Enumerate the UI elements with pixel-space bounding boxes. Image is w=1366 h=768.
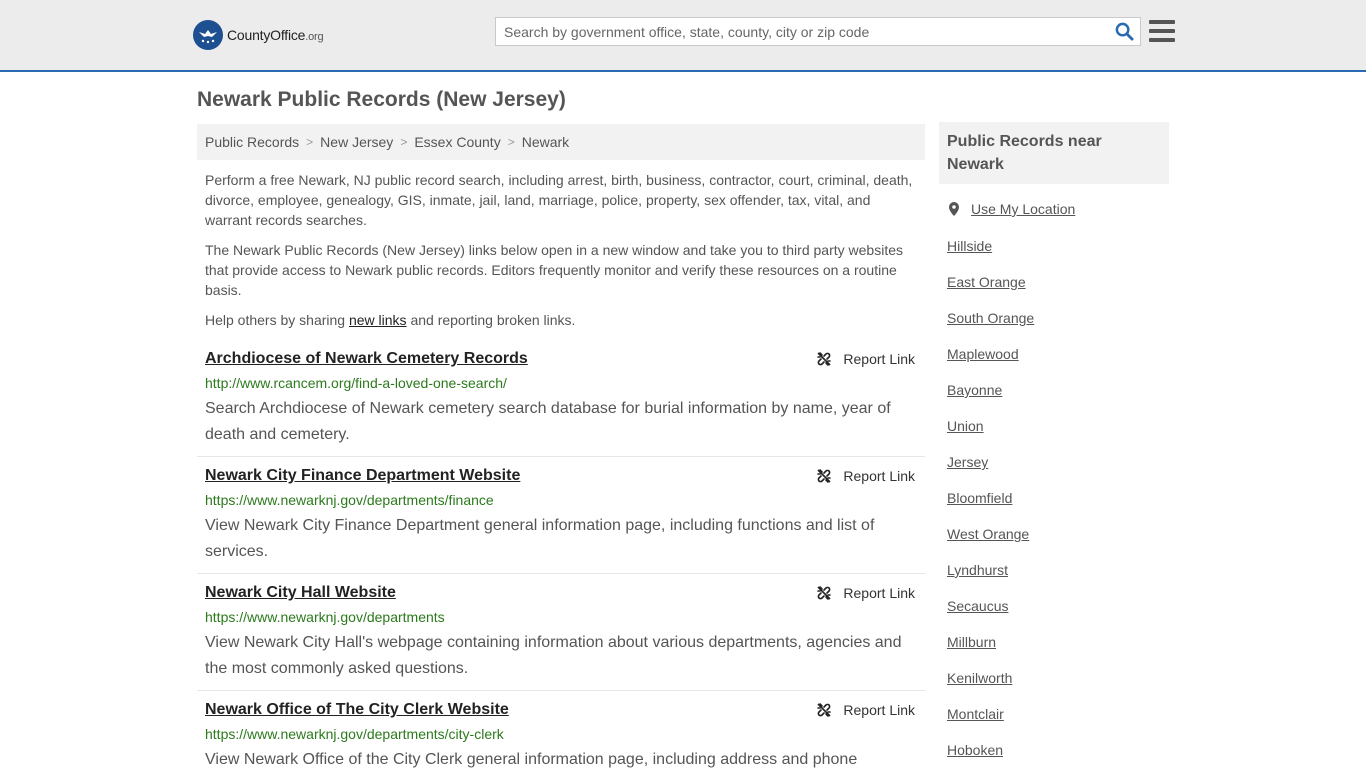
- record-title-link[interactable]: Newark City Finance Department Website: [205, 467, 520, 485]
- report-link-label: Report Link: [843, 468, 915, 484]
- breadcrumb-item[interactable]: Public Records: [205, 134, 299, 150]
- record-url: https://www.newarknj.gov/departments/cit…: [205, 726, 504, 742]
- search-box: [495, 17, 1141, 46]
- sidebar-link-jersey[interactable]: Jersey: [947, 454, 988, 470]
- breadcrumb-separator-icon: >: [507, 135, 515, 149]
- site-header: CountyOffice.org: [0, 0, 1366, 72]
- report-link-label: Report Link: [843, 351, 915, 367]
- record-item: Newark City Finance Department Website R…: [197, 467, 925, 574]
- logo-eagle-icon: [193, 20, 223, 50]
- report-link-button[interactable]: Report Link: [816, 351, 915, 367]
- sidebar-link-millburn[interactable]: Millburn: [947, 634, 996, 650]
- logo-text: CountyOffice.org: [227, 27, 324, 43]
- record-description: Search Archdiocese of Newark cemetery se…: [205, 400, 891, 443]
- report-link-label: Report Link: [843, 702, 915, 718]
- logo-brand: CountyOffice: [227, 27, 306, 43]
- page-title: Newark Public Records (New Jersey): [197, 88, 566, 111]
- record-title-link[interactable]: Newark City Hall Website: [205, 584, 396, 602]
- record-description: View Newark City Hall's webpage containi…: [205, 634, 902, 677]
- record-item: Newark Office of The City Clerk Website …: [197, 701, 925, 768]
- intro-paragraph: Perform a free Newark, NJ public record …: [205, 172, 913, 228]
- search-input[interactable]: [496, 18, 1108, 45]
- sidebar-link-south-orange[interactable]: South Orange: [947, 310, 1034, 326]
- broken-link-icon: [817, 586, 832, 600]
- search-icon: [1115, 22, 1134, 41]
- share-paragraph: Help others by sharing new links and rep…: [205, 310, 917, 330]
- breadcrumb-separator-icon: >: [306, 135, 314, 149]
- report-link-button[interactable]: Report Link: [816, 702, 915, 718]
- record-item: Archdiocese of Newark Cemetery Records R…: [197, 350, 925, 457]
- record-title-link[interactable]: Archdiocese of Newark Cemetery Records: [205, 350, 528, 368]
- sidebar-link-west-orange[interactable]: West Orange: [947, 526, 1029, 542]
- sidebar-heading: Public Records near Newark: [939, 122, 1169, 184]
- sidebar-link-east-orange[interactable]: East Orange: [947, 274, 1026, 290]
- search-button[interactable]: [1108, 18, 1140, 45]
- report-link-button[interactable]: Report Link: [816, 585, 915, 601]
- record-item: Newark City Hall Website Report Link htt…: [197, 584, 925, 691]
- breadcrumb-separator-icon: >: [400, 135, 408, 149]
- share-text: Help others by sharing: [205, 312, 349, 328]
- sidebar-link-bloomfield[interactable]: Bloomfield: [947, 490, 1012, 506]
- broken-link-icon: [817, 703, 832, 717]
- use-location-row: Use My Location: [947, 201, 1075, 217]
- record-title-link[interactable]: Newark Office of The City Clerk Website: [205, 701, 509, 719]
- share-text: and reporting broken links.: [406, 312, 576, 328]
- new-links-link[interactable]: new links: [349, 312, 407, 328]
- report-link-button[interactable]: Report Link: [816, 468, 915, 484]
- sidebar-link-hoboken[interactable]: Hoboken: [947, 742, 1003, 758]
- use-my-location-link[interactable]: Use My Location: [971, 201, 1075, 217]
- logo-tld: .org: [305, 31, 324, 43]
- record-url: https://www.newarknj.gov/departments: [205, 609, 445, 625]
- record-description: View Newark Office of the City Clerk gen…: [205, 751, 858, 768]
- map-pin-icon: [949, 202, 959, 216]
- record-url: http://www.rcancem.org/find-a-loved-one-…: [205, 375, 507, 391]
- hamburger-menu-icon[interactable]: [1149, 18, 1175, 44]
- broken-link-icon: [817, 352, 832, 366]
- sidebar-link-union[interactable]: Union: [947, 418, 984, 434]
- sidebar-link-maplewood[interactable]: Maplewood: [947, 346, 1019, 362]
- sidebar-link-secaucus[interactable]: Secaucus: [947, 598, 1008, 614]
- site-logo[interactable]: CountyOffice.org: [193, 19, 324, 51]
- breadcrumb-item[interactable]: New Jersey: [320, 134, 393, 150]
- sidebar-link-montclair[interactable]: Montclair: [947, 706, 1004, 722]
- record-description: View Newark City Finance Department gene…: [205, 517, 875, 560]
- sidebar-link-hillside[interactable]: Hillside: [947, 238, 992, 254]
- breadcrumb: Public Records > New Jersey > Essex Coun…: [197, 124, 925, 160]
- disclaimer-paragraph: The Newark Public Records (New Jersey) l…: [205, 242, 903, 298]
- breadcrumb-item[interactable]: Essex County: [414, 134, 500, 150]
- sidebar-link-bayonne[interactable]: Bayonne: [947, 382, 1002, 398]
- report-link-label: Report Link: [843, 585, 915, 601]
- record-url: https://www.newarknj.gov/departments/fin…: [205, 492, 494, 508]
- breadcrumb-current: Newark: [521, 134, 570, 150]
- broken-link-icon: [817, 469, 832, 483]
- sidebar-link-kenilworth[interactable]: Kenilworth: [947, 670, 1012, 686]
- sidebar-link-lyndhurst[interactable]: Lyndhurst: [947, 562, 1008, 578]
